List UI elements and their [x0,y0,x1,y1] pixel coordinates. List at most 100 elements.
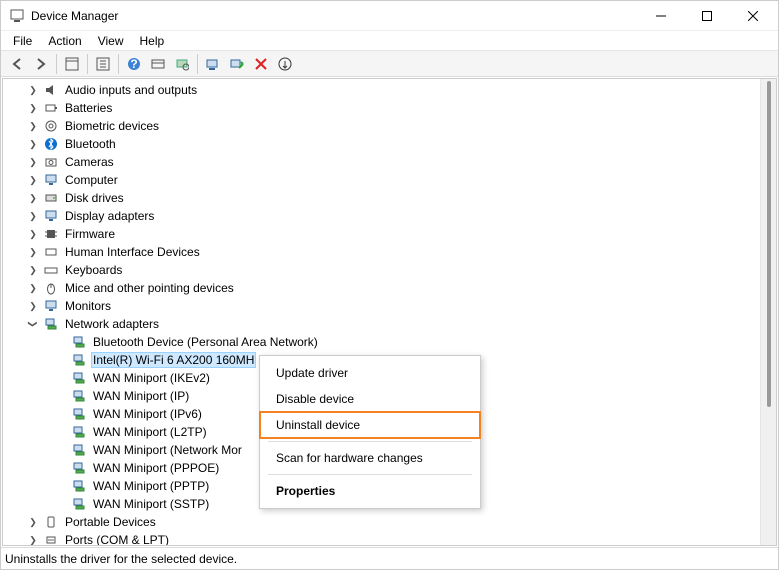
context-properties[interactable]: Properties [260,478,480,504]
tree-label: Portable Devices [63,515,158,529]
tree-category-computer[interactable]: ❯ Computer [3,171,760,189]
disable-device-button[interactable] [225,52,249,76]
minimize-button[interactable] [638,1,684,31]
content-area: ❯ Audio inputs and outputs ❯ Batteries ❯… [2,78,777,546]
tree-category-audio[interactable]: ❯ Audio inputs and outputs [3,81,760,99]
network-adapter-icon [71,424,87,440]
keyboard-icon [43,262,59,278]
menu-file[interactable]: File [5,32,40,50]
tree-label: WAN Miniport (IP) [91,389,191,403]
menu-help[interactable]: Help [132,32,173,50]
tree-label: Firmware [63,227,117,241]
chevron-right-icon: ❯ [27,84,39,96]
network-adapter-icon [71,478,87,494]
tree-label: WAN Miniport (IPv6) [91,407,204,421]
chevron-right-icon: ❯ [27,174,39,186]
context-separator [268,474,472,475]
computer-icon [43,172,59,188]
add-legacy-hardware-button[interactable] [273,52,297,76]
tree-category-monitors[interactable]: ❯ Monitors [3,297,760,315]
network-adapter-icon [71,388,87,404]
chevron-right-icon: ❯ [27,246,39,258]
back-button[interactable] [5,52,29,76]
chevron-right-icon: ❯ [27,120,39,132]
tree-category-mice[interactable]: ❯ Mice and other pointing devices [3,279,760,297]
uninstall-device-button[interactable] [249,52,273,76]
chevron-right-icon: ❯ [27,300,39,312]
menu-view[interactable]: View [90,32,132,50]
toolbar-separator [197,54,198,74]
tree-label: Network adapters [63,317,161,331]
tree-category-firmware[interactable]: ❯ Firmware [3,225,760,243]
update-driver-button[interactable] [201,52,225,76]
context-update-driver[interactable]: Update driver [260,360,480,386]
monitor-icon [43,298,59,314]
forward-button[interactable] [29,52,53,76]
status-bar: Uninstalls the driver for the selected d… [1,547,778,569]
context-scan-hardware[interactable]: Scan for hardware changes [260,445,480,471]
tree-category-keyboards[interactable]: ❯ Keyboards [3,261,760,279]
chevron-right-icon: ❯ [27,192,39,204]
context-menu: Update driver Disable device Uninstall d… [259,355,481,509]
tree-category-disk[interactable]: ❯ Disk drives [3,189,760,207]
context-separator [268,441,472,442]
properties-button[interactable] [91,52,115,76]
tree-label: WAN Miniport (SSTP) [91,497,211,511]
camera-icon [43,154,59,170]
chip-icon [43,226,59,242]
svg-text:?: ? [130,57,137,71]
tree-label: Intel(R) Wi-Fi 6 AX200 160MH [91,352,256,368]
chevron-right-icon: ❯ [27,210,39,222]
network-adapter-icon [71,460,87,476]
tree-label: WAN Miniport (PPTP) [91,479,211,493]
network-adapter-icon [71,442,87,458]
chevron-right-icon: ❯ [27,156,39,168]
vertical-scrollbar[interactable] [760,79,776,545]
tree-category-hid[interactable]: ❯ Human Interface Devices [3,243,760,261]
tree-label: Biometric devices [63,119,161,133]
menu-action[interactable]: Action [40,32,89,50]
tree-label: Audio inputs and outputs [63,83,199,97]
context-disable-device[interactable]: Disable device [260,386,480,412]
tree-label: Bluetooth [63,137,118,151]
window-controls [638,1,776,31]
tree-label: Batteries [63,101,114,115]
chevron-right-icon: ❯ [27,282,39,294]
close-button[interactable] [730,1,776,31]
tree-label: Cameras [63,155,116,169]
tree-category-bluetooth[interactable]: ❯ Bluetooth [3,135,760,153]
tree-label: Display adapters [63,209,156,223]
action-button[interactable] [146,52,170,76]
show-hide-console-tree-button[interactable] [60,52,84,76]
tree-category-ports[interactable]: ❯ Ports (COM & LPT) [3,531,760,545]
battery-icon [43,100,59,116]
window-title: Device Manager [31,9,638,23]
tree-category-batteries[interactable]: ❯ Batteries [3,99,760,117]
tree-category-network[interactable]: ❯ Network adapters [3,315,760,333]
network-adapter-icon [71,352,87,368]
tree-category-portable[interactable]: ❯ Portable Devices [3,513,760,531]
tree-label: Disk drives [63,191,126,205]
tree-category-cameras[interactable]: ❯ Cameras [3,153,760,171]
context-uninstall-device[interactable]: Uninstall device [260,412,480,438]
chevron-right-icon: ❯ [27,534,39,545]
help-button[interactable]: ? [122,52,146,76]
tree-label: Keyboards [63,263,124,277]
tree-label: Computer [63,173,120,187]
tree-device-bt-pan[interactable]: Bluetooth Device (Personal Area Network) [3,333,760,351]
portable-device-icon [43,514,59,530]
bluetooth-icon [43,136,59,152]
tree-label: Mice and other pointing devices [63,281,236,295]
port-icon [43,532,59,545]
tree-label: WAN Miniport (Network Mor [91,443,244,457]
fingerprint-icon [43,118,59,134]
chevron-down-icon: ❯ [27,318,39,330]
disk-icon [43,190,59,206]
maximize-button[interactable] [684,1,730,31]
scan-hardware-button[interactable] [170,52,194,76]
chevron-right-icon: ❯ [27,264,39,276]
tree-category-display[interactable]: ❯ Display adapters [3,207,760,225]
tree-label: Human Interface Devices [63,245,202,259]
tree-category-biometric[interactable]: ❯ Biometric devices [3,117,760,135]
status-text: Uninstalls the driver for the selected d… [5,552,237,566]
